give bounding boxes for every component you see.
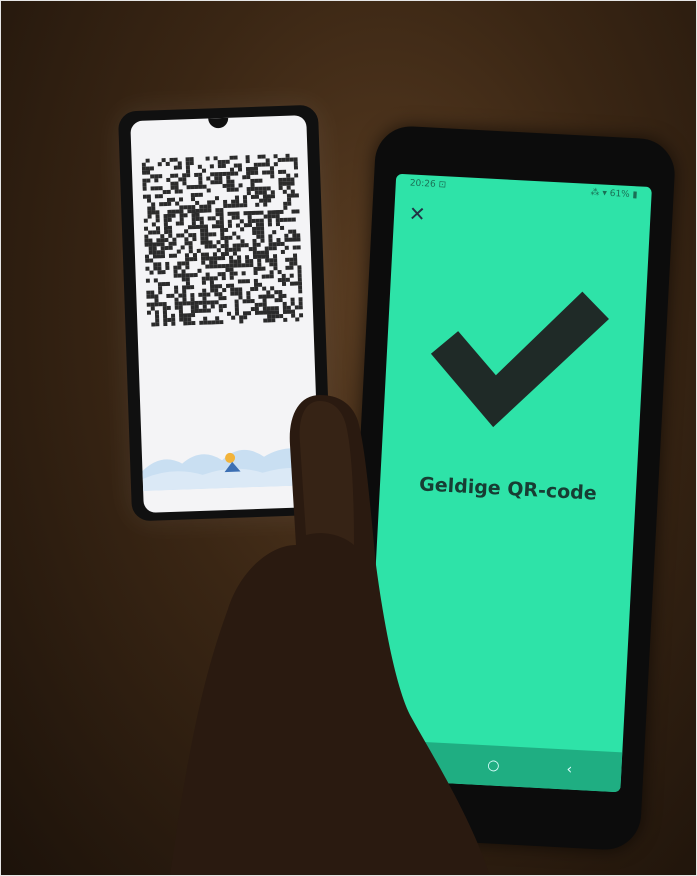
status-bar: 20:26 ⊡ ⁂ ▾ 61% ▮ [395,174,652,205]
back-button[interactable]: ‹ [557,757,582,782]
close-button[interactable]: ✕ [406,201,429,226]
photo-scene: 20:26 ⊡ ⁂ ▾ 61% ▮ ✕ Geldige QR-code ||| … [0,0,697,876]
left-phone-header [131,131,307,137]
hand-holding-phone [170,395,490,876]
qr-code-icon [141,153,304,327]
left-phone-notch [208,117,229,129]
status-time: 20:26 ⊡ [409,178,447,191]
status-icons: ⁂ ▾ 61% ▮ [590,187,638,201]
